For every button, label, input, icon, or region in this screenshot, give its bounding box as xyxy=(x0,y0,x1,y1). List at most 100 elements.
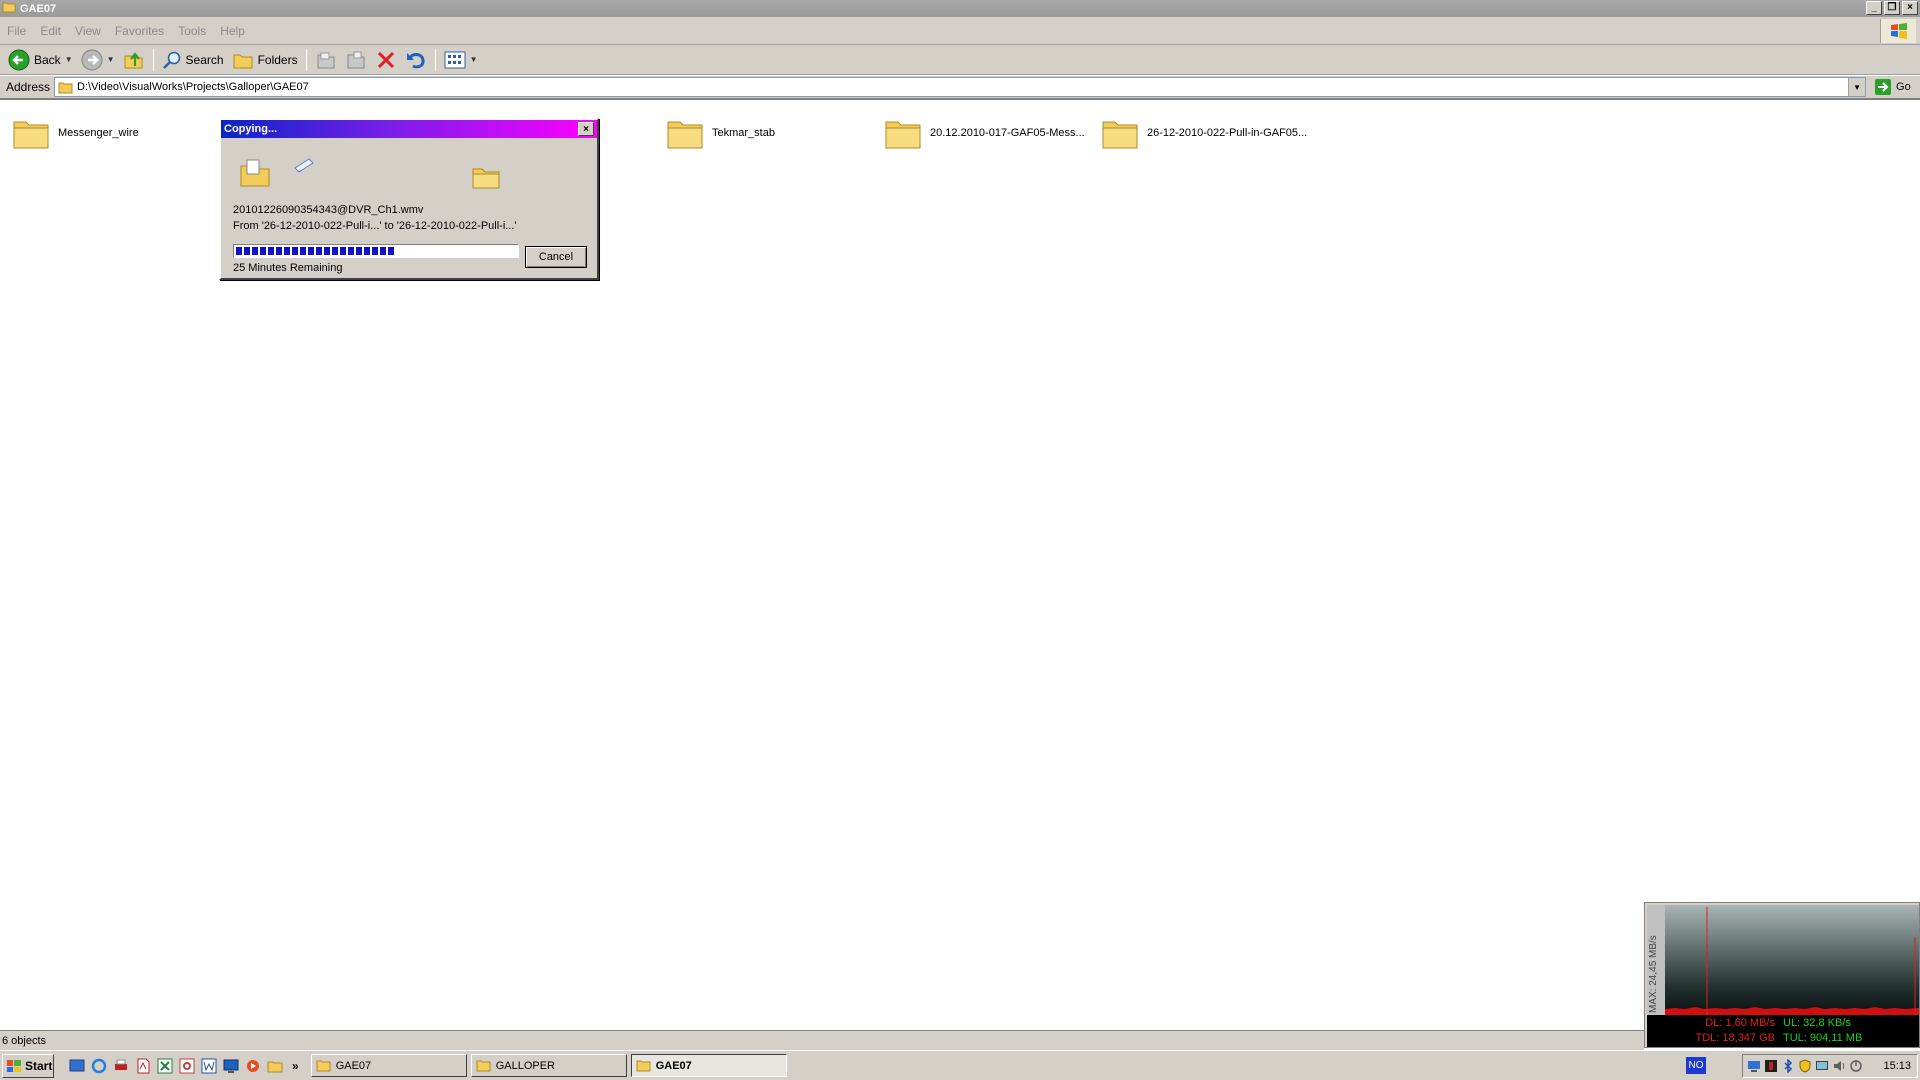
menu-help[interactable]: Help xyxy=(213,24,252,38)
toolbar-separator xyxy=(434,48,436,71)
move-to-icon xyxy=(317,52,335,68)
up-folder-button[interactable] xyxy=(119,47,149,73)
search-icon xyxy=(162,51,180,69)
flying-paper-icon xyxy=(294,158,314,173)
internet-explorer-icon[interactable] xyxy=(90,1057,107,1074)
folder-icon xyxy=(636,1060,651,1072)
taskbar-window-button[interactable]: GALLOPER xyxy=(470,1054,627,1077)
close-button[interactable]: × xyxy=(1902,1,1918,15)
address-path: D:\Video\VisualWorks\Projects\Galloper\G… xyxy=(77,81,309,93)
forward-button[interactable]: ▼ xyxy=(77,47,119,73)
address-input[interactable]: D:\Video\VisualWorks\Projects\Galloper\G… xyxy=(54,77,1867,97)
back-dropdown-icon[interactable]: ▼ xyxy=(65,55,73,64)
start-button[interactable]: Start xyxy=(2,1053,54,1078)
dialog-title-bar[interactable]: Copying... × xyxy=(221,120,597,138)
cancel-button[interactable]: Cancel xyxy=(525,246,587,268)
go-button[interactable]: Go xyxy=(1874,78,1911,96)
taskbar: Start » GAE07 GALLOPER GAE07 NO 15:13 xyxy=(0,1050,1920,1080)
network-icon[interactable] xyxy=(1747,1059,1761,1073)
media-player-icon[interactable] xyxy=(244,1057,261,1074)
folder-name: Tekmar_stab xyxy=(712,127,775,139)
folder-icon xyxy=(58,82,73,93)
search-button[interactable]: Search xyxy=(158,47,228,73)
move-to-button[interactable] xyxy=(311,47,341,73)
folder-item[interactable]: Messenger_wire xyxy=(12,116,139,150)
menu-tools[interactable]: Tools xyxy=(171,24,213,38)
folder-name: 20.12.2010-017-GAF05-Mess... xyxy=(930,127,1085,139)
show-desktop-icon[interactable] xyxy=(68,1057,85,1074)
restore-button[interactable]: ❐ xyxy=(1884,1,1900,15)
address-label: Address xyxy=(6,80,51,94)
folder-icon xyxy=(885,121,921,149)
windows-logo-icon xyxy=(1880,19,1916,43)
bandwidth-scale: MAX: 24,45 MB/s xyxy=(1647,905,1665,1015)
task-label: GAE07 xyxy=(335,1059,372,1072)
menu-edit[interactable]: Edit xyxy=(33,24,68,38)
printer-icon[interactable] xyxy=(112,1057,129,1074)
copy-filename: 20101226090354343@DVR_Ch1.wmv xyxy=(233,204,424,216)
title-bar: GAE07 _ ❐ × xyxy=(0,0,1920,17)
copy-to-button[interactable] xyxy=(341,47,371,73)
undo-button[interactable] xyxy=(401,47,431,73)
security-shield-icon[interactable] xyxy=(1798,1059,1812,1073)
views-grid-icon xyxy=(444,51,466,68)
bluetooth-icon[interactable] xyxy=(1781,1059,1795,1073)
start-label: Start xyxy=(25,1058,53,1073)
display-icon[interactable] xyxy=(1815,1059,1829,1073)
address-bar: Address D:\Video\VisualWorks\Projects\Ga… xyxy=(0,76,1920,100)
quick-launch-more-icon[interactable]: » xyxy=(292,1059,299,1073)
back-button[interactable]: Back ▼ xyxy=(4,47,77,73)
pdf-icon[interactable] xyxy=(134,1057,151,1074)
language-indicator[interactable]: NO xyxy=(1686,1057,1706,1074)
views-button[interactable]: ▼ xyxy=(440,47,482,73)
folder-name: 26-12-2010-022-Pull-in-GAF05... xyxy=(1147,127,1308,139)
upload-rate: UL: 32,8 KB/s xyxy=(1783,1017,1851,1029)
taskbar-window-button[interactable]: GAE07 xyxy=(310,1054,467,1077)
volume-icon[interactable] xyxy=(1832,1059,1846,1073)
dialog-close-button[interactable]: × xyxy=(578,122,594,136)
forward-arrow-icon xyxy=(81,49,103,70)
folder-item[interactable]: Tekmar_stab xyxy=(666,116,775,150)
menu-bar: File Edit View Favorites Tools Help xyxy=(0,17,1920,45)
dialog-body: 20101226090354343@DVR_Ch1.wmv From '26-1… xyxy=(221,138,597,280)
undo-icon xyxy=(406,52,425,68)
folders-label: Folders xyxy=(257,52,298,67)
folder-item[interactable]: 20.12.2010-017-GAF05-Mess... xyxy=(884,116,1085,150)
search-label: Search xyxy=(185,52,224,67)
bandwidth-monitor: MAX: 24,45 MB/s DL: 1,60 MB/s UL: 32,8 K… xyxy=(1644,902,1920,1048)
object-count: 6 objects xyxy=(2,1034,47,1047)
forward-dropdown-icon[interactable]: ▼ xyxy=(107,55,115,64)
toolbar-separator xyxy=(152,48,154,71)
views-dropdown-icon[interactable]: ▼ xyxy=(470,55,478,64)
total-upload: TUL: 904,11 MB xyxy=(1783,1031,1863,1044)
address-dropdown-icon[interactable]: ▼ xyxy=(1848,78,1866,96)
app-tray-icon[interactable] xyxy=(1764,1059,1778,1073)
word-icon[interactable] xyxy=(200,1057,217,1074)
toolbar-separator xyxy=(305,48,307,71)
copy-progress-bar xyxy=(233,244,519,258)
copy-time-remaining: 25 Minutes Remaining xyxy=(233,262,343,274)
menu-view[interactable]: View xyxy=(68,24,108,38)
taskbar-window-button-active[interactable]: GAE07 xyxy=(630,1054,787,1077)
folder-item[interactable]: 26-12-2010-022-Pull-in-GAF05... xyxy=(1101,116,1307,150)
copy-dialog: Copying... × 20101226090354343@DVR_Ch1.w… xyxy=(219,118,599,280)
quick-launch: » xyxy=(68,1057,299,1074)
folder-icon xyxy=(667,121,703,149)
power-icon[interactable] xyxy=(1849,1059,1863,1073)
task-label: GAE07 xyxy=(655,1059,692,1072)
monitor-icon[interactable] xyxy=(222,1057,239,1074)
access-icon[interactable] xyxy=(178,1057,195,1074)
menu-file[interactable]: File xyxy=(0,24,33,38)
menu-favorites[interactable]: Favorites xyxy=(108,24,171,38)
delete-button[interactable] xyxy=(371,47,401,73)
folder-icon xyxy=(2,1,16,16)
copy-to-icon xyxy=(347,51,365,68)
explorer-folder-icon[interactable] xyxy=(266,1057,283,1074)
dialog-title: Copying... xyxy=(224,123,278,135)
excel-icon[interactable] xyxy=(156,1057,173,1074)
window-controls: _ ❐ × xyxy=(1866,1,1918,15)
folders-icon xyxy=(233,54,253,68)
bandwidth-graph xyxy=(1665,905,1919,1015)
folders-button[interactable]: Folders xyxy=(228,47,302,73)
minimize-button[interactable]: _ xyxy=(1866,1,1882,15)
